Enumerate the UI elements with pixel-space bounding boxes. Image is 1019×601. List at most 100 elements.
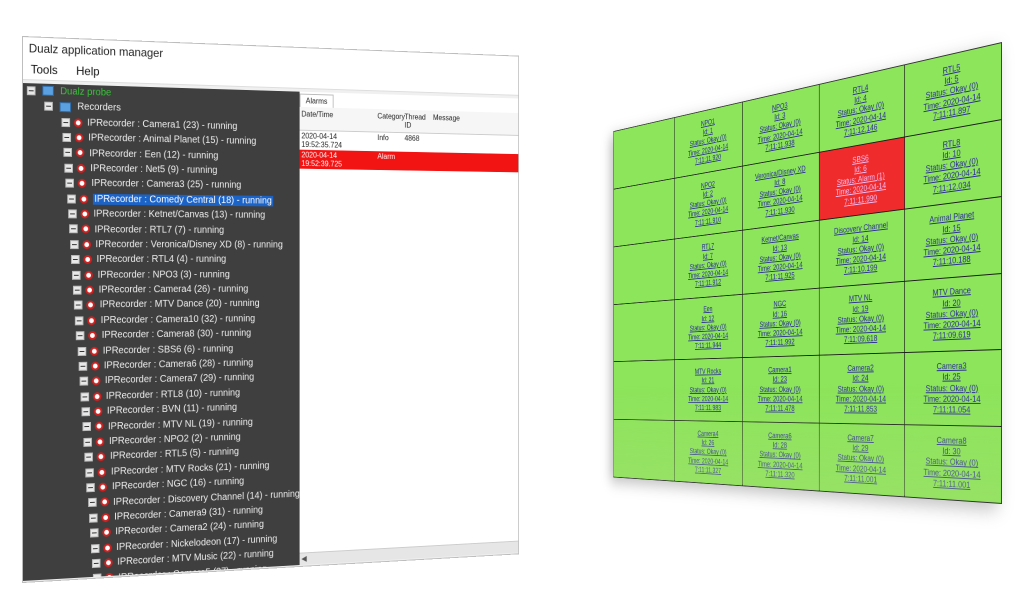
expand-icon[interactable] [77,346,86,356]
expand-icon[interactable] [63,148,73,158]
tile-line4: Time: 2020-04-14 7:11:11.925 [757,260,803,283]
expand-icon[interactable] [65,178,75,188]
expand-icon[interactable] [68,224,78,234]
record-icon [80,209,89,219]
record-icon [89,346,99,356]
expand-icon[interactable] [62,132,72,143]
channel-tile[interactable] [613,239,675,304]
tile-line4: Time: 2020-04-14 7:11:09.618 [835,323,887,345]
expand-icon[interactable] [78,361,87,371]
expand-icon[interactable] [72,270,81,280]
tile-line4: Time: 2020-04-14 7:11:10.199 [835,251,887,276]
record-icon [87,315,97,325]
tile-line4: Time: 2020-04-14 7:11:11.992 [757,327,803,348]
record-icon [75,148,85,158]
menu-help[interactable]: Help [69,61,108,82]
expand-icon[interactable] [87,498,97,508]
record-icon [85,285,94,295]
video-wall-view: NPO1 Id: 1 Status: Okay (0) Time: 2020-04-1… [370,2,1010,542]
recorder-item[interactable]: IPRecorder : RTL4 (4) - running [23,252,300,267]
tile-line1: Camera3 [936,360,967,372]
expand-icon[interactable] [75,316,84,326]
expand-icon[interactable] [69,239,79,249]
record-icon [83,255,92,265]
record-icon [84,270,93,280]
record-icon [99,497,109,507]
recorder-label: IPRecorder : MTV Dance (20) - running [99,298,260,311]
record-icon [73,117,83,128]
channel-tile[interactable]: Discovery Channel Id: 14 Status: Okay (0) T… [819,209,905,288]
recorder-item[interactable]: IPRecorder : MTV Dance (20) - running [23,296,300,313]
channel-tile[interactable]: RTL7 Id: 7 Status: Okay (0) Time: 2020-04-1… [675,230,743,299]
expand-icon[interactable] [66,194,76,204]
record-icon [77,163,86,173]
expand-icon[interactable] [91,558,101,569]
channel-tile[interactable] [613,178,675,247]
recorder-tree: Dualz probe Recorders IPRecorder : Camer… [22,83,300,581]
tile-line4: Time: 2020-04-14 7:11:11.944 [688,331,729,351]
expand-icon[interactable] [88,513,98,523]
channel-tile[interactable]: MTV Dance Id: 20 Status: Okay (0) Time: 202… [904,273,1002,353]
expand-icon[interactable] [92,573,102,581]
scroll-left-icon[interactable]: ◀ [301,554,306,563]
channel-tile[interactable]: NGC Id: 16 Status: Okay (0) Time: 2020-04-1… [743,288,819,358]
record-icon [79,194,88,204]
record-icon [102,527,111,538]
recorder-item[interactable]: IPRecorder : Ketnet/Canvas (13) - runnin… [23,206,300,223]
menu-tools[interactable]: Tools [23,59,65,80]
expand-icon[interactable] [61,117,71,127]
collapse-icon[interactable] [44,101,53,112]
collapse-icon[interactable] [26,86,36,96]
channel-tile[interactable]: NPO1 Id: 1 Status: Okay (0) Time: 2020-04-1… [675,102,743,178]
channel-tile[interactable]: MTV NL Id: 19 Status: Okay (0) Time: 2020-0… [819,281,905,356]
expand-icon[interactable] [73,285,82,295]
recorder-list: IPRecorder : Camera1 (23) - running IPRec… [23,114,300,581]
recorder-label: IPRecorder : SBS6 (6) - running [102,343,234,357]
channel-tile[interactable]: Ketnet/Canvas Id: 13 Status: Okay (0) Time:… [743,220,819,294]
tab-alarms[interactable]: Alarms [299,93,334,108]
probe-label: Dualz probe [60,86,112,99]
record-icon [104,558,113,568]
channel-tile[interactable]: NPO3 Id: 3 Status: Okay (0) Time: 2020-04-1… [743,84,819,166]
expand-icon[interactable] [76,331,85,341]
expand-icon[interactable] [80,392,89,402]
channel-tile[interactable]: Een Id: 12 Status: Okay (0) Time: 2020-04-1… [675,294,743,360]
tile-line4: Time: 2020-04-14 7:11:09.619 [923,318,981,341]
recorder-label: IPRecorder : Een (12) - running [89,147,219,162]
recorder-label: IPRecorder : Camera8 (30) - running [101,328,252,342]
column-header-datetime[interactable]: Date/Time [301,110,377,129]
record-icon [88,331,98,341]
recorder-label: IPRecorder : NPO1 (1) - running [119,579,250,581]
horizontal-scrollbar[interactable]: ◀ [299,540,519,566]
channel-tile[interactable]: Veronica/Disney XD Id: 8 Status: Okay (0) T… [743,152,819,230]
channel-tile[interactable] [613,299,675,362]
channel-tile[interactable]: Animal Planet Id: 15 Status: Okay (0) Time:… [904,196,1002,281]
channel-tile-alarm[interactable]: SBS6 Id: 6 Status: Alarm (1) Time: 2020-04-… [819,137,905,220]
expand-icon[interactable] [82,422,92,432]
channel-tile[interactable]: NPO2 Id: 2 Status: Okay (0) Time: 2020-04-1… [675,166,743,239]
expand-icon[interactable] [70,255,80,265]
record-icon [74,133,84,143]
recorder-item[interactable]: IPRecorder : RTL7 (7) - running [23,222,300,238]
expand-icon[interactable] [81,407,90,417]
expand-icon[interactable] [67,209,77,219]
record-icon [86,300,95,310]
expand-icon[interactable] [85,467,95,478]
tile-line1: MTV Rocks [694,366,722,376]
recorder-item[interactable]: IPRecorder : Veronica/Disney XD (8) - ru… [23,237,300,253]
expand-icon[interactable] [74,300,83,310]
tile-line4: Time: 2020-04-14 7:11:11.930 [757,193,803,218]
expand-icon[interactable] [83,437,93,447]
record-icon [101,512,110,523]
record-icon [97,467,107,477]
expand-icon[interactable] [79,376,88,386]
channel-tile[interactable] [613,117,675,189]
expand-icon[interactable] [84,452,94,462]
record-icon [90,361,100,371]
expand-icon[interactable] [90,543,100,553]
expand-icon[interactable] [89,528,99,538]
expand-icon[interactable] [64,163,74,173]
recorder-item[interactable]: IPRecorder : NPO3 (3) - running [23,267,300,283]
record-icon [103,542,112,553]
expand-icon[interactable] [86,483,96,493]
